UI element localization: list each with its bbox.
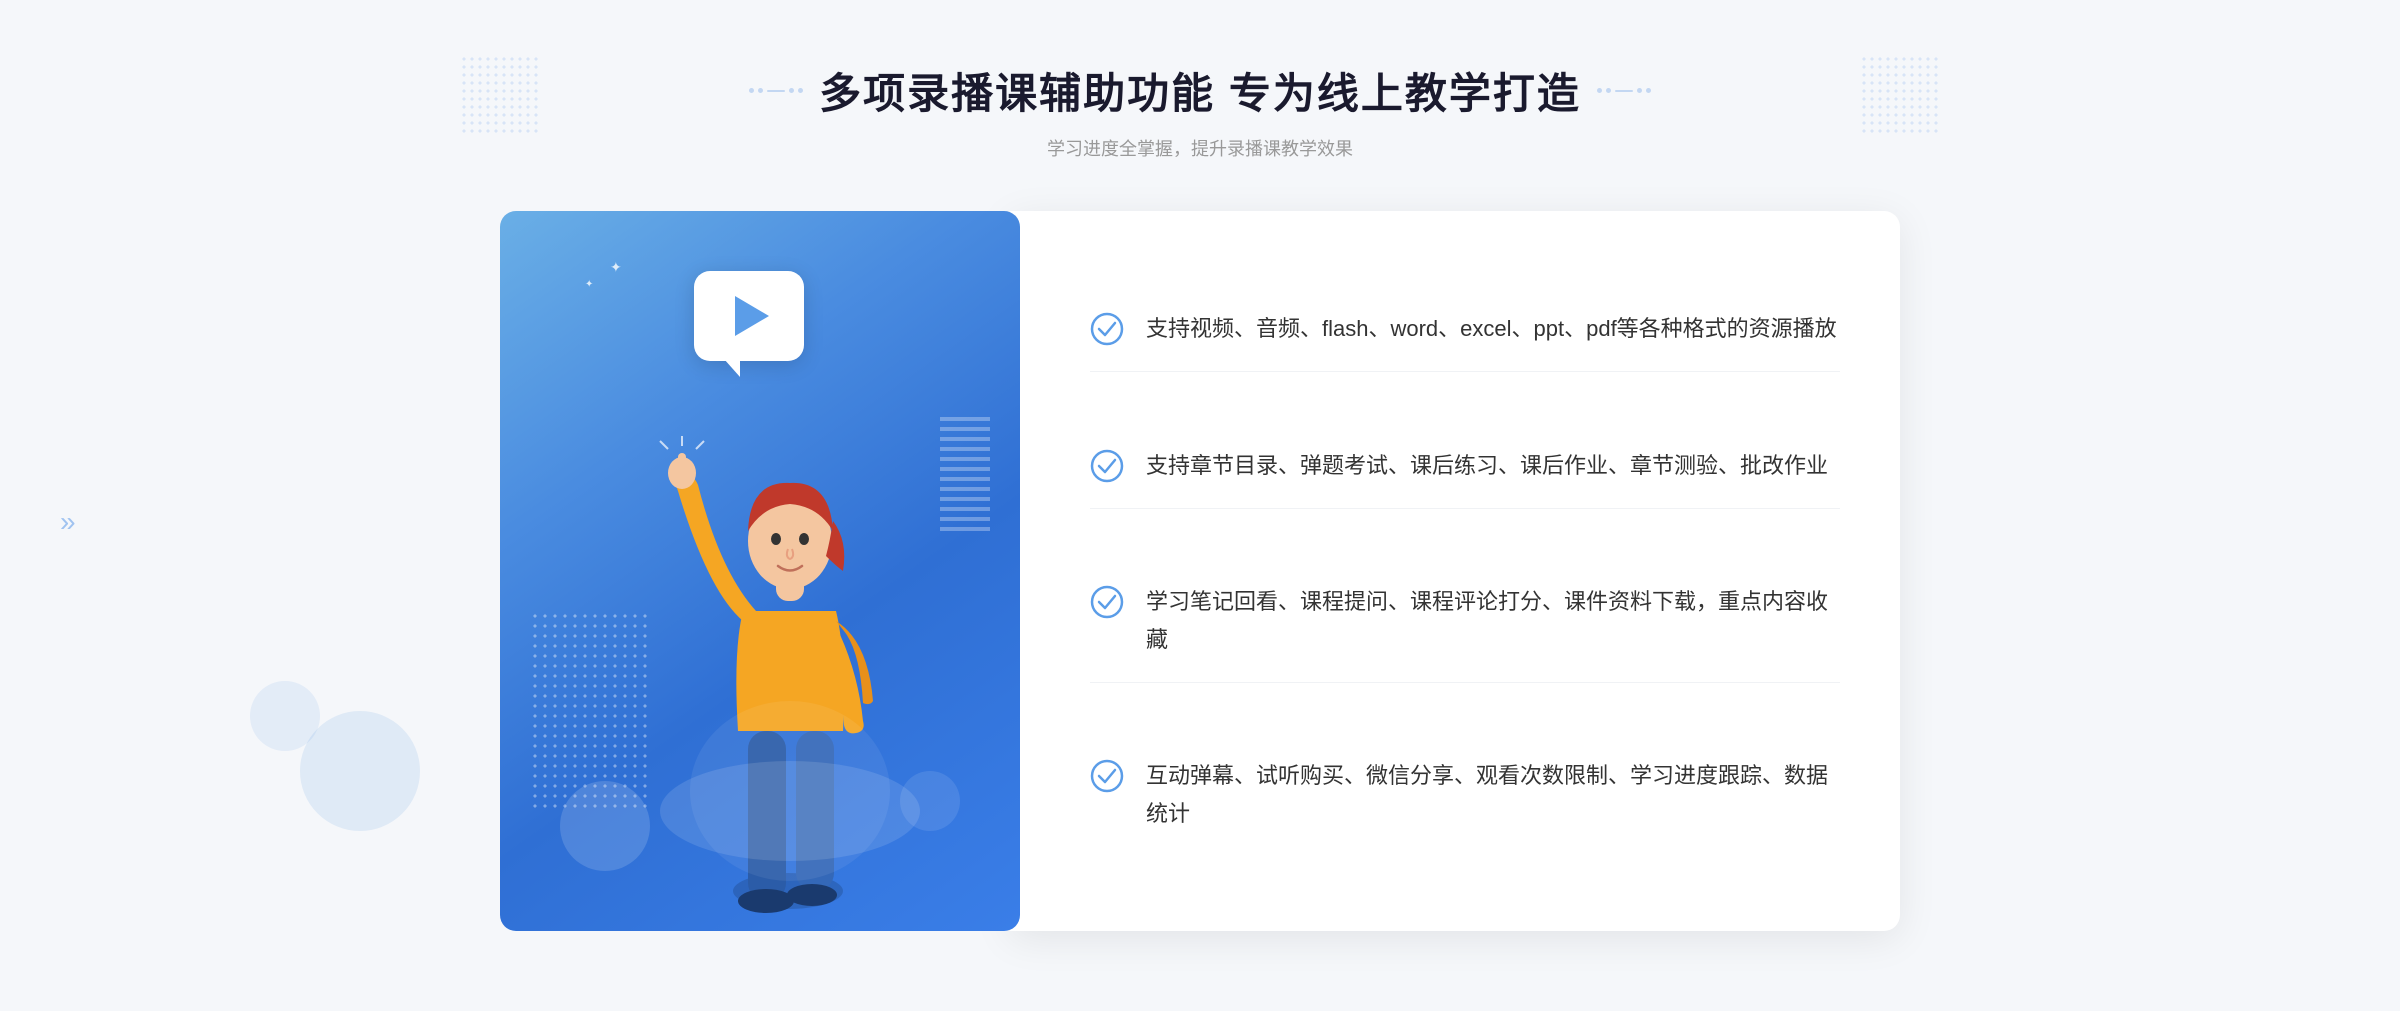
dots-decoration-right [1860, 55, 1940, 135]
check-icon-3 [1090, 585, 1124, 619]
feature-text-2: 支持章节目录、弹题考试、课后练习、课后作业、章节测验、批改作业 [1146, 447, 1828, 484]
page-circle-1 [300, 711, 420, 831]
check-icon-1 [1090, 312, 1124, 346]
page-wrapper: » 多项录播课辅助功能 专为线上教学打造 学习进度全掌握，提升录播课教学效果 [0, 0, 2400, 1011]
illus-circle-1 [560, 781, 650, 871]
person-illustration [648, 411, 928, 931]
header-section: 多项录播课辅助功能 专为线上教学打造 学习进度全掌握，提升录播课教学效果 [749, 60, 1651, 161]
feature-text-3: 学习笔记回看、课程提问、课程评论打分、课件资料下载，重点内容收藏 [1146, 583, 1840, 658]
feature-text-1: 支持视频、音频、flash、word、excel、ppt、pdf等各种格式的资源… [1146, 310, 1837, 347]
play-icon [735, 296, 769, 336]
illus-dots [530, 611, 650, 811]
feature-item-2: 支持章节目录、弹题考试、课后练习、课后作业、章节测验、批改作业 [1090, 423, 1840, 509]
main-title-text: 多项录播课辅助功能 专为线上教学打造 [819, 60, 1581, 121]
feature-text-4: 互动弹幕、试听购买、微信分享、观看次数限制、学习进度跟踪、数据统计 [1146, 757, 1840, 832]
content-area: ✦ ✦ [500, 211, 1900, 931]
play-bubble [694, 271, 804, 361]
main-title: 多项录播课辅助功能 专为线上教学打造 [749, 60, 1651, 121]
star-icon-1: ✦ [610, 259, 622, 276]
check-icon-2 [1090, 449, 1124, 483]
page-circle-2 [250, 681, 320, 751]
dots-decoration-left [460, 55, 540, 135]
illus-stripes [940, 411, 990, 531]
title-deco-left [749, 88, 803, 93]
chevron-left-icon: » [60, 506, 76, 538]
star-icon-2: ✦ [585, 279, 593, 290]
feature-item-1: 支持视频、音频、flash、word、excel、ppt、pdf等各种格式的资源… [1090, 286, 1840, 372]
features-panel: 支持视频、音频、flash、word、excel、ppt、pdf等各种格式的资源… [1010, 211, 1900, 931]
title-deco-right [1597, 88, 1651, 93]
illustration-panel: ✦ ✦ [500, 211, 1020, 931]
sub-title: 学习进度全掌握，提升录播课教学效果 [749, 135, 1651, 161]
feature-item-3: 学习笔记回看、课程提问、课程评论打分、课件资料下载，重点内容收藏 [1090, 559, 1840, 683]
check-icon-4 [1090, 759, 1124, 793]
feature-item-4: 互动弹幕、试听购买、微信分享、观看次数限制、学习进度跟踪、数据统计 [1090, 733, 1840, 856]
